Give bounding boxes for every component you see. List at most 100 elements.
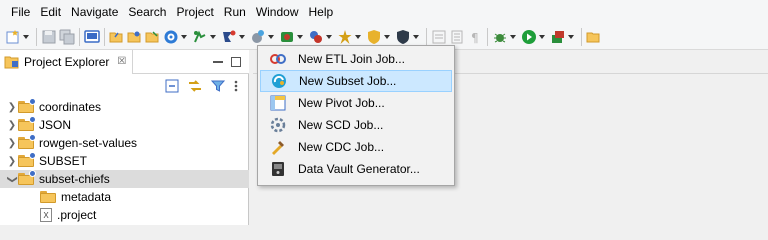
expand-arrow-icon[interactable]: ❯ bbox=[6, 102, 18, 113]
dropdown-arrow-icon[interactable] bbox=[239, 34, 245, 39]
expand-arrow-icon[interactable]: ❯ bbox=[6, 156, 18, 167]
dropdown-arrow-icon[interactable] bbox=[539, 34, 545, 39]
tools-button[interactable] bbox=[250, 27, 277, 47]
project-folder-icon bbox=[18, 134, 36, 149]
menu-item-new-subset-job[interactable]: New Subset Job... bbox=[260, 70, 452, 92]
dropdown-arrow-icon[interactable] bbox=[326, 34, 332, 39]
menu-item-new-etl-join-job[interactable]: New ETL Join Job... bbox=[260, 48, 452, 70]
expand-arrow-icon[interactable]: ❯ bbox=[6, 120, 18, 131]
shield-dark-icon bbox=[397, 29, 409, 44]
menu-help[interactable]: Help bbox=[304, 0, 339, 24]
shield-gold-button[interactable] bbox=[366, 27, 393, 47]
project-folder-icon bbox=[18, 116, 36, 131]
open-folder-button-3[interactable] bbox=[145, 27, 161, 47]
menu-navigate[interactable]: Navigate bbox=[66, 0, 123, 24]
view-menu-button[interactable] bbox=[233, 79, 239, 93]
project-folder-icon bbox=[18, 170, 36, 185]
tree-item-subset-chiefs[interactable]: ❯ subset-chiefs bbox=[0, 170, 249, 188]
menu-search[interactable]: Search bbox=[123, 0, 171, 24]
dropdown-arrow-icon[interactable] bbox=[23, 34, 29, 39]
tree-item-json[interactable]: ❯ JSON bbox=[0, 116, 249, 134]
menu-item-new-cdc-job[interactable]: New CDC Job... bbox=[260, 136, 452, 158]
new-job-icon bbox=[223, 30, 236, 42]
tree-item-coordinates[interactable]: ❯ coordinates bbox=[0, 98, 249, 116]
link-with-editor-icon bbox=[189, 80, 201, 92]
menu-item-new-scd-job[interactable]: New SCD Job... bbox=[260, 114, 452, 136]
filter-button[interactable] bbox=[211, 79, 225, 93]
menu-window[interactable]: Window bbox=[251, 0, 304, 24]
tree-item-label: JSON bbox=[39, 118, 72, 132]
expand-arrow-icon[interactable]: ❯ bbox=[6, 138, 18, 149]
etl-join-icon bbox=[270, 51, 286, 67]
tree-item-project-file[interactable]: X .project bbox=[0, 206, 249, 224]
bolt-icon bbox=[310, 30, 322, 43]
shield-dark-button[interactable] bbox=[395, 27, 422, 47]
tab-project-explorer[interactable]: Project Explorer ☒ bbox=[0, 49, 134, 74]
tree-item-metadata[interactable]: metadata bbox=[0, 188, 249, 206]
folder-open-icon bbox=[586, 32, 600, 42]
menu-item-label: New CDC Job... bbox=[298, 140, 385, 154]
deploy-button[interactable] bbox=[279, 27, 306, 47]
save-button[interactable] bbox=[41, 27, 57, 47]
tree-item-label: .project bbox=[57, 208, 97, 222]
tree-item-subset[interactable]: ❯ SUBSET bbox=[0, 152, 249, 170]
menu-edit[interactable]: Edit bbox=[35, 0, 66, 24]
open-folder-button-1[interactable] bbox=[109, 27, 125, 47]
menu-file[interactable]: File bbox=[6, 0, 35, 24]
project-tree: ❯ coordinates ❯ JSON ❯ rowgen-set-values… bbox=[0, 98, 249, 224]
dropdown-arrow-icon[interactable] bbox=[384, 34, 390, 39]
dropdown-arrow-icon[interactable] bbox=[413, 34, 419, 39]
wizard-button[interactable] bbox=[337, 27, 364, 47]
pilcrow-icon: ¶ bbox=[471, 31, 479, 45]
view-menu-icon bbox=[234, 80, 238, 92]
view-toolbar bbox=[0, 74, 249, 98]
target-button[interactable] bbox=[163, 27, 190, 47]
run-icon bbox=[522, 29, 536, 44]
new-wizard-icon bbox=[6, 29, 19, 43]
dropdown-arrow-icon[interactable] bbox=[510, 34, 516, 39]
new-job-button[interactable] bbox=[221, 27, 248, 47]
maximize-icon[interactable] bbox=[231, 56, 241, 67]
open-type-button[interactable] bbox=[586, 27, 602, 47]
dropdown-arrow-icon[interactable] bbox=[355, 34, 361, 39]
close-icon[interactable]: ☒ bbox=[117, 56, 126, 67]
folder-open-icon bbox=[109, 32, 123, 42]
menu-item-new-pivot-job[interactable]: New Pivot Job... bbox=[260, 92, 452, 114]
save-all-icon bbox=[59, 29, 75, 44]
collapse-arrow-icon[interactable]: ❯ bbox=[7, 173, 18, 185]
dropdown-arrow-icon[interactable] bbox=[568, 34, 574, 39]
menu-item-data-vault-generator[interactable]: Data Vault Generator... bbox=[260, 158, 452, 180]
disabled-button-2 bbox=[449, 27, 465, 47]
link-with-editor-button[interactable] bbox=[187, 79, 203, 93]
run-button[interactable] bbox=[521, 27, 548, 47]
new-wizard-button[interactable] bbox=[5, 27, 32, 47]
menu-item-label: Data Vault Generator... bbox=[298, 162, 420, 176]
dropdown-arrow-icon[interactable] bbox=[268, 34, 274, 39]
filter-icon bbox=[211, 80, 225, 92]
view-controls bbox=[205, 56, 243, 67]
external-tools-button[interactable] bbox=[550, 27, 577, 47]
open-folder-button-2[interactable] bbox=[127, 27, 143, 47]
cdc-job-icon bbox=[270, 139, 286, 155]
save-all-button[interactable] bbox=[59, 27, 75, 47]
dropdown-arrow-icon[interactable] bbox=[181, 34, 187, 39]
collapse-all-button[interactable] bbox=[165, 79, 179, 93]
save-icon bbox=[42, 30, 56, 43]
xml-file-icon: X bbox=[40, 208, 52, 222]
data-vault-icon bbox=[270, 161, 286, 177]
run-tool-button[interactable] bbox=[192, 27, 219, 47]
disabled-button-1 bbox=[431, 27, 447, 47]
shield-icon bbox=[368, 29, 380, 44]
debug-button[interactable] bbox=[492, 27, 519, 47]
toolbar-separator bbox=[426, 27, 427, 46]
minimize-icon[interactable] bbox=[213, 60, 223, 63]
menu-run[interactable]: Run bbox=[219, 0, 251, 24]
deploy-icon bbox=[281, 31, 293, 42]
tree-item-rowgen-set-values[interactable]: ❯ rowgen-set-values bbox=[0, 134, 249, 152]
bolt-button[interactable] bbox=[308, 27, 335, 47]
menu-project[interactable]: Project bbox=[171, 0, 218, 24]
subset-job-icon bbox=[271, 73, 287, 89]
dropdown-arrow-icon[interactable] bbox=[297, 34, 303, 39]
dropdown-arrow-icon[interactable] bbox=[210, 34, 216, 39]
console-button[interactable] bbox=[84, 27, 100, 47]
